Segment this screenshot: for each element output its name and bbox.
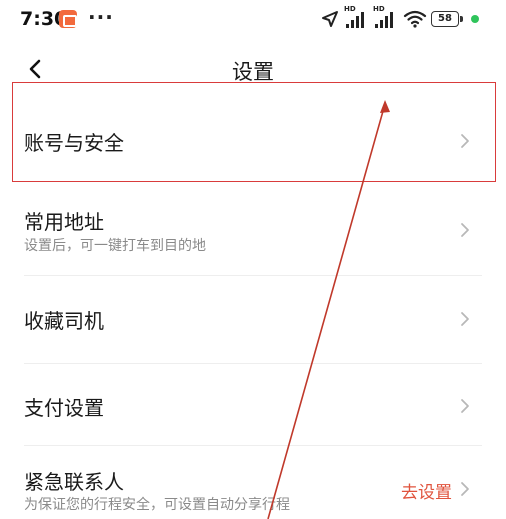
cellular-signal-icon: HD (344, 5, 370, 32)
settings-item-emergency-contact[interactable]: 紧急联系人 为保证您的行程安全，可设置自动分享行程 去设置 (0, 446, 506, 519)
hd-label: HD (344, 5, 356, 13)
settings-screen: 7:30 ··· HD HD 58 设置 账号与安全 常用地址 设置后，可一键打… (0, 0, 506, 519)
settings-item-favorite-drivers[interactable]: 收藏司机 (0, 276, 506, 364)
go-setup-link[interactable]: 去设置 (401, 478, 452, 503)
settings-item-payment[interactable]: 支付设置 (0, 364, 506, 446)
settings-item-common-address[interactable]: 常用地址 设置后，可一键打车到目的地 (0, 188, 506, 276)
wifi-icon (403, 10, 427, 28)
privacy-indicator-dot (471, 15, 479, 23)
chevron-right-icon (461, 399, 469, 413)
chevron-right-icon (461, 223, 469, 237)
more-notifications-icon: ··· (88, 5, 114, 29)
chevron-right-icon (461, 312, 469, 326)
settings-item-label: 紧急联系人 (24, 470, 124, 494)
app-notification-icon (59, 10, 77, 28)
battery-indicator: 58 (431, 11, 463, 27)
status-bar: 7:30 ··· HD HD 58 (0, 0, 506, 40)
settings-item-description: 为保证您的行程安全，可设置自动分享行程 (24, 497, 290, 513)
chevron-right-icon (461, 482, 469, 496)
cellular-signal-icon: HD (373, 5, 399, 32)
status-icons: HD HD 58 (306, 0, 506, 40)
location-arrow-icon (322, 11, 338, 27)
highlight-box (12, 82, 496, 182)
settings-item-description: 设置后，可一键打车到目的地 (24, 238, 206, 254)
hd-label: HD (373, 5, 385, 13)
settings-item-label: 支付设置 (24, 396, 104, 420)
settings-item-label: 收藏司机 (24, 309, 104, 333)
settings-item-label: 常用地址 (24, 210, 104, 234)
